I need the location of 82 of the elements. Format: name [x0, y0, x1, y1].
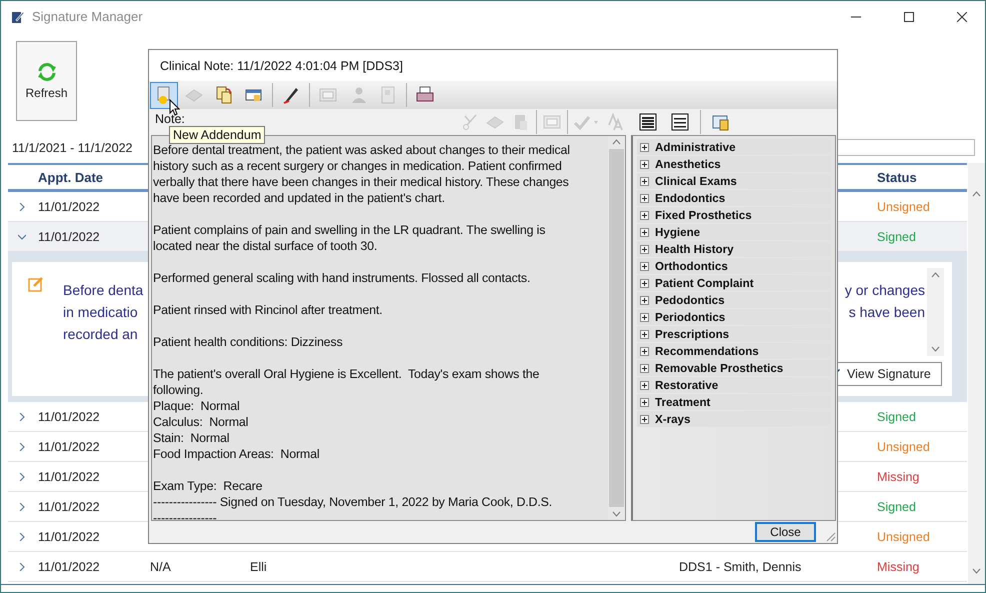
- expand-icon[interactable]: [640, 228, 649, 236]
- status-cell-text: Signed: [877, 500, 917, 514]
- close-icon[interactable]: [957, 12, 967, 22]
- status-cell-text: Missing: [877, 470, 920, 484]
- note-paragraph: Patient rinsed with Rincinol after treatment.: [153, 302, 384, 318]
- expand-chevron-icon[interactable]: [18, 502, 26, 510]
- resize-grip-icon[interactable]: [824, 530, 836, 542]
- expand-icon[interactable]: [640, 312, 649, 322]
- expand-chevron-icon[interactable]: [18, 202, 26, 210]
- date-cell-text: 11/01/2022: [38, 440, 101, 454]
- date-cell-text: 11/01/2022: [38, 470, 101, 484]
- tree-item[interactable]: X-rays: [655, 412, 690, 426]
- refresh-icon: [36, 62, 58, 82]
- status-cell-text: Signed: [877, 410, 917, 424]
- mouse-pointer-icon: [169, 99, 180, 116]
- note-paragraph: Patient complains of pain and swelling in the LR quadrant. The swelling is located near the distal surface of tooth 30.: [153, 222, 546, 254]
- table-cell-text: DDS1 - Smith, Dennis: [679, 560, 802, 574]
- note-paragraph: Patient health conditions: Dizziness: [153, 334, 344, 350]
- expand-icon[interactable]: [640, 330, 649, 338]
- scroll-up-icon[interactable]: [931, 272, 940, 278]
- expand-chevron-icon[interactable]: [18, 532, 26, 540]
- date-cell-text: 11/01/2022: [38, 530, 101, 544]
- scrollbar[interactable]: [608, 136, 625, 520]
- date-cell-text: 11/01/2022: [38, 500, 101, 514]
- expand-icon[interactable]: [640, 346, 649, 356]
- table-cell-text: N/A: [150, 560, 172, 574]
- expand-icon[interactable]: [640, 296, 649, 304]
- expand-icon[interactable]: [640, 262, 649, 270]
- date-cell-text: 11/01/2022: [38, 410, 101, 424]
- status-cell-text: Unsigned: [877, 440, 931, 454]
- expand-icon[interactable]: [640, 380, 649, 390]
- note-preview-text: y or changes: [844, 281, 926, 300]
- date-cell-text: 11/01/2022: [38, 560, 101, 574]
- scrollbar[interactable]: [968, 163, 985, 584]
- expand-icon[interactable]: [640, 414, 649, 424]
- dialog-title: Clinical Note: 11/1/2022 4:01:04 PM [DDS3]: [160, 58, 403, 72]
- table-cell-text: Elli: [250, 560, 268, 574]
- note-paragraph: Exam Type: Recare ---------------- Signed on Tuesday, November 1, 2022 by Maria Cook, D.D.S. ----------------: [153, 478, 554, 520]
- status-cell-text: Unsigned: [877, 530, 931, 544]
- status-cell-text: Missing: [877, 560, 920, 574]
- window-title: Signature Manager: [32, 9, 144, 24]
- scrollbar[interactable]: [927, 268, 944, 356]
- tree-item[interactable]: Hygiene: [655, 226, 700, 238]
- status-cell-text: Signed: [877, 230, 917, 244]
- note-paragraph: Before dental treatment, the patient was asked about changes to their medical history such as a recent surgery or changes in medication. Patient confirmed verbally that there have been changes in their medical history. These changes have been recorded and updated in the patient's chart.: [153, 142, 571, 206]
- date-cell-text: 11/01/2022: [38, 200, 101, 214]
- expand-icon[interactable]: [640, 194, 649, 202]
- status-cell-text: Unsigned: [877, 200, 931, 214]
- note-preview-text: recorded an: [63, 325, 138, 344]
- signature-app-icon: [11, 10, 25, 24]
- note-paragraph: Performed general scaling with hand instruments. Flossed all contacts.: [153, 270, 532, 286]
- expand-icon[interactable]: [640, 176, 649, 186]
- scroll-up-icon[interactable]: [972, 191, 981, 197]
- note-paragraph: The patient's overall Oral Hygiene is Excellent. Today's exam shows the following. Plaque: Normal Calculus: Normal Stain: Normal Food Impaction Areas: Normal: [153, 366, 540, 462]
- note-preview-text: in medicatio: [63, 303, 138, 322]
- expand-icon[interactable]: [640, 160, 649, 168]
- scroll-up-icon[interactable]: [612, 139, 621, 145]
- expand-icon[interactable]: [640, 210, 649, 220]
- expand-chevron-icon[interactable]: [18, 562, 26, 570]
- scroll-down-icon[interactable]: [931, 346, 940, 352]
- note-preview-text: s have been: [848, 303, 926, 322]
- expand-chevron-icon[interactable]: [18, 412, 26, 420]
- column-header[interactable]: Status: [877, 170, 968, 184]
- refresh-button[interactable]: Refresh: [16, 41, 77, 121]
- edit-icon: [28, 276, 44, 292]
- close-dialog-button[interactable]: Close: [755, 522, 816, 542]
- date-cell-text: 11/01/2022: [38, 230, 101, 244]
- expand-icon[interactable]: [640, 398, 649, 406]
- expand-icon[interactable]: [640, 244, 649, 254]
- expand-chevron-icon[interactable]: [18, 442, 26, 450]
- note-preview-text: Before denta: [63, 281, 144, 300]
- scroll-down-icon[interactable]: [612, 511, 621, 517]
- tooltip: New Addendum: [169, 126, 266, 144]
- expand-icon[interactable]: [640, 278, 649, 288]
- expand-icon[interactable]: [640, 142, 649, 152]
- note-label: Note:: [154, 112, 186, 126]
- expand-chevron-icon[interactable]: [18, 472, 26, 480]
- maximize-icon[interactable]: [904, 12, 914, 22]
- expand-icon[interactable]: [640, 364, 649, 372]
- collapse-chevron-icon[interactable]: [18, 232, 26, 240]
- scroll-down-icon[interactable]: [972, 568, 981, 574]
- date-range: 11/1/2021 - 11/1/2022: [12, 140, 132, 154]
